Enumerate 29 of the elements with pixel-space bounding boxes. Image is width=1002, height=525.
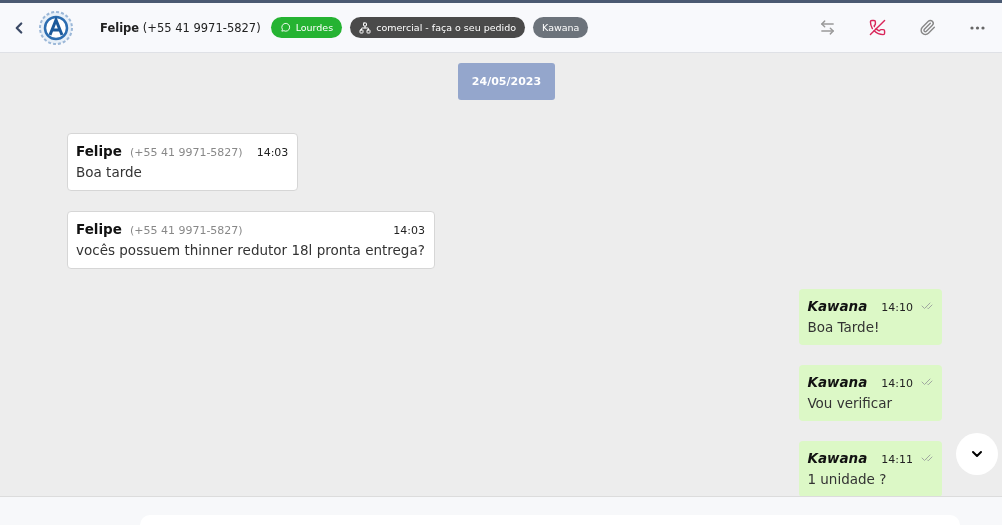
paperclip-icon — [918, 19, 936, 36]
message-author: Felipe — [76, 143, 122, 159]
message-time: 14:03 — [392, 224, 425, 237]
message-author: Kawana — [807, 374, 868, 390]
message-time: 14:11 — [880, 453, 913, 466]
message-time: 14:03 — [255, 146, 289, 159]
author-phone: (+55 41 9971-5827) — [129, 224, 243, 237]
message-text: vocês possuem thinner redutor 18l pronta entrega? — [76, 242, 425, 258]
scroll-down-button[interactable] — [956, 433, 998, 475]
connection-tag: Lourdes — [270, 17, 343, 38]
whatsapp-icon — [279, 22, 291, 33]
phone-off-icon — [868, 19, 886, 36]
contact-name: Felipe (+55 41 9971-5827) — [100, 20, 261, 35]
transfer-arrows-icon — [818, 19, 836, 36]
message-author: Kawana — [807, 450, 868, 466]
hierarchy-icon — [359, 21, 372, 34]
message-author: Kawana — [807, 298, 868, 314]
message-text: Boa tarde — [76, 164, 143, 180]
message-text: Vou verificar — [807, 395, 894, 411]
message-text: 1 unidade ? — [807, 471, 888, 487]
more-icon — [969, 25, 985, 30]
message-text: Boa Tarde! — [807, 319, 881, 335]
message-time: 14:10 — [880, 301, 913, 314]
queue-tag: comercial - faça o seu pedido — [350, 17, 526, 38]
author-phone: (+55 41 9971-5827) — [129, 146, 243, 159]
avatar-logo-icon — [38, 9, 74, 46]
message-author: Felipe — [76, 221, 122, 237]
message-time: 14:10 — [880, 377, 913, 390]
user-tag: Kawana — [533, 17, 589, 38]
